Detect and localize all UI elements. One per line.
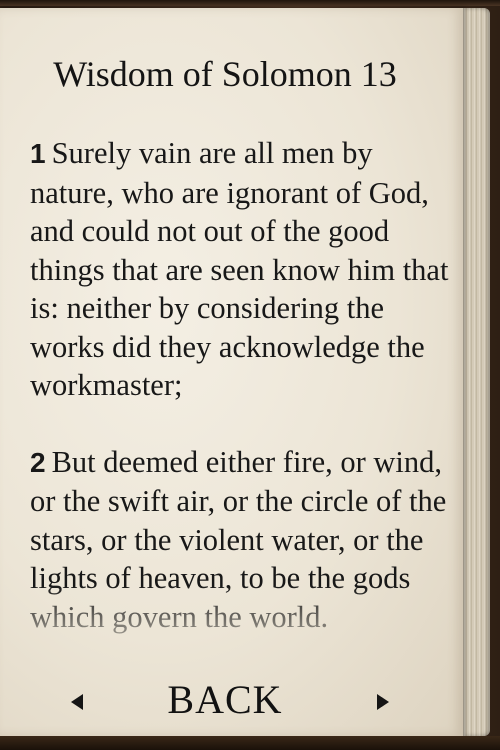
bottom-navigation: BACK [0, 676, 463, 724]
next-chapter-button[interactable] [370, 690, 394, 714]
chapter-title: Wisdom of Solomon 13 [53, 54, 397, 94]
book-page[interactable]: Wisdom of Solomon 13 1 Surely vain are al… [0, 8, 463, 736]
verse-text: But deemed either fire, or wind, or the … [30, 444, 447, 634]
book-cover-top-edge [0, 0, 500, 6]
verse-number: 2 [30, 446, 46, 478]
verse-content[interactable]: 1 Surely vain are all men by nature, who … [30, 134, 450, 659]
back-button[interactable]: BACK [150, 676, 300, 724]
verse-number: 1 [30, 138, 46, 169]
verse-text: Surely vain are all men by nature, who a… [30, 136, 449, 402]
triangle-left-icon [71, 694, 83, 710]
triangle-right-icon [377, 694, 389, 710]
verse-1: 1 Surely vain are all men by nature, who … [30, 134, 450, 405]
previous-chapter-button[interactable] [66, 690, 90, 714]
book-cover-bottom-edge [0, 736, 500, 750]
book-view: Wisdom of Solomon 13 1 Surely vain are al… [0, 0, 500, 750]
verse-2: 2 But deemed either fire, or wind, or the… [30, 443, 450, 637]
